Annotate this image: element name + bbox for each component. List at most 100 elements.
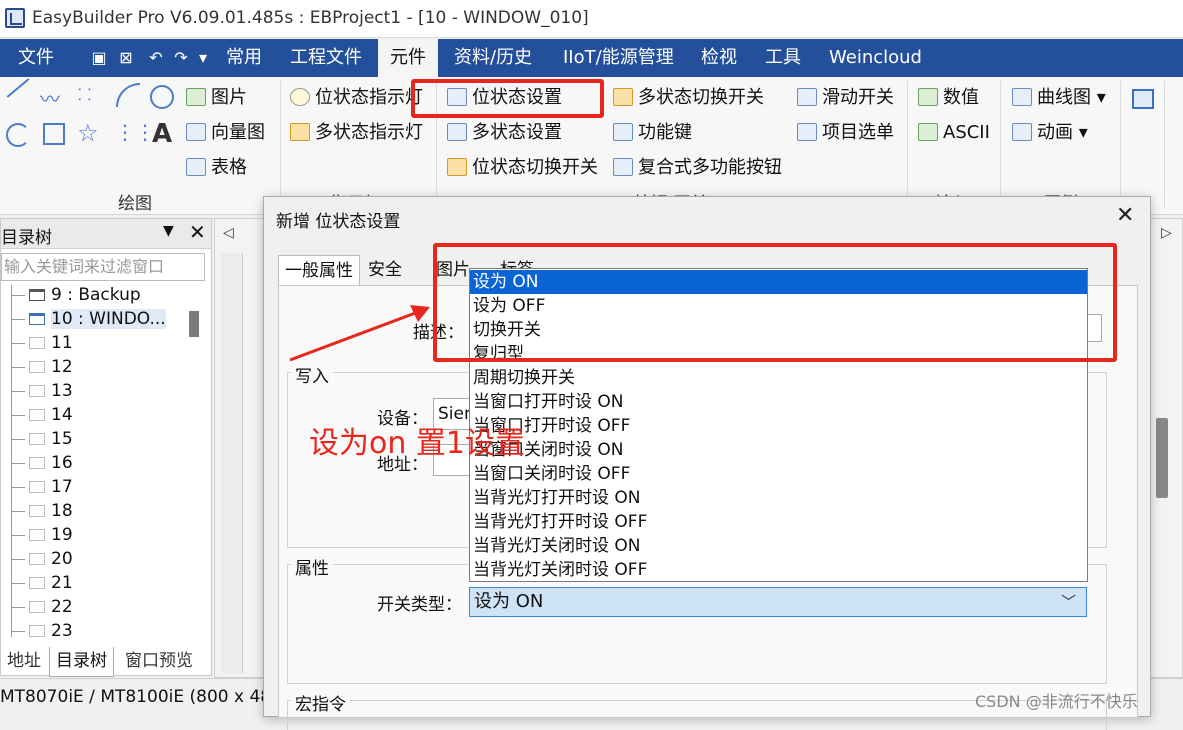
ribbon-item-list[interactable]: 项目选单 — [797, 120, 894, 146]
tree-branch — [11, 294, 25, 296]
editor-scrollbar-thumb[interactable] — [1156, 418, 1168, 498]
rectangle-tool-icon[interactable] — [43, 123, 65, 145]
tree-item[interactable]: 9 : Backup — [1, 283, 191, 307]
menu-weincloud[interactable]: Weincloud — [829, 39, 922, 77]
tree-item[interactable]: 10 : WINDO... — [1, 307, 191, 331]
tab-security[interactable]: 安全 — [362, 255, 408, 285]
tree-item[interactable]: 15 — [1, 427, 191, 451]
ribbon-animation[interactable]: 动画 ▾ — [1012, 120, 1088, 146]
scale-tool-icon[interactable]: ⋮⋮ — [115, 120, 155, 144]
tree-item[interactable]: 14 — [1, 403, 191, 427]
window-icon — [29, 505, 45, 517]
dropdown-option[interactable]: 当窗口打开时设 ON — [470, 390, 1087, 414]
window-icon — [29, 457, 45, 469]
tree-item[interactable]: 18 — [1, 499, 191, 523]
ribbon-ascii[interactable]: ASCII — [918, 120, 990, 146]
pie-tool-icon[interactable] — [6, 123, 30, 147]
tree-item[interactable]: 16 — [1, 451, 191, 475]
tree-item[interactable]: 22 — [1, 595, 191, 619]
window-title: EasyBuilder Pro V6.09.01.485s : EBProjec… — [32, 8, 589, 28]
dropdown-option[interactable]: 当背光灯打开时设 OFF — [470, 510, 1087, 534]
connector-tool-icon[interactable]: ⸬ — [78, 83, 91, 105]
star-tool-icon[interactable]: ☆ — [77, 119, 99, 147]
tree-item[interactable]: 19 — [1, 523, 191, 547]
vector-icon — [186, 123, 206, 141]
toggle-switch-icon — [447, 158, 467, 176]
ribbon-numeric[interactable]: 数值 — [918, 85, 979, 111]
panel-close-icon[interactable]: ✕ — [189, 220, 206, 244]
text-tool-icon[interactable]: A — [152, 119, 172, 149]
line-tool-icon[interactable] — [6, 78, 30, 98]
dropdown-option[interactable]: 当窗口打开时设 OFF — [470, 414, 1087, 438]
panel-header: 目录树 ▼ ✕ — [1, 219, 211, 249]
window-icon — [29, 337, 45, 349]
undo-icon[interactable]: ↶ — [147, 49, 165, 67]
menu-view[interactable]: 检视 — [701, 39, 737, 77]
window-icon — [29, 361, 45, 373]
window-icon — [29, 529, 45, 541]
switch-type-select[interactable]: 设为 ON ﹀ — [469, 587, 1087, 617]
redo-icon[interactable]: ↷ — [172, 49, 190, 67]
ribbon-toggle-switch[interactable]: 位状态切换开关 — [447, 155, 598, 181]
dropdown-option[interactable]: 当背光灯打开时设 ON — [470, 486, 1087, 510]
ribbon-multi-state-switch[interactable]: 多状态切换开关 — [613, 85, 764, 111]
ribbon-slide-switch[interactable]: 滑动开关 — [797, 85, 894, 111]
dropdown-option[interactable]: 周期切换开关 — [470, 366, 1087, 390]
scroll-right-icon[interactable]: ▷ — [1161, 225, 1172, 241]
menu-objects[interactable]: 元件 — [378, 39, 438, 77]
menu-file[interactable]: 文件 — [18, 39, 54, 77]
dropdown-option[interactable]: 当背光灯关闭时设 ON — [470, 534, 1087, 558]
tab-general[interactable]: 一般属性 — [278, 255, 360, 285]
tab-address[interactable]: 地址 — [1, 647, 47, 677]
traffic-light-icon — [290, 123, 310, 141]
tree-item[interactable]: 12 — [1, 355, 191, 379]
filter-input[interactable]: 输入关键词来过滤窗口 — [1, 253, 205, 281]
dialog-title: 新增 位状态设置 — [276, 212, 401, 232]
quick-access-chevron-icon[interactable]: ▾ — [194, 49, 212, 67]
tree-item[interactable]: 11 — [1, 331, 191, 355]
ribbon-table[interactable]: 表格 — [186, 155, 247, 181]
tree-branch — [11, 534, 25, 536]
tree-item[interactable]: 13 — [1, 379, 191, 403]
ribbon-word-lamp[interactable]: 多状态指示灯 — [290, 120, 423, 146]
panel-menu-chevron-icon[interactable]: ▼ — [163, 223, 174, 239]
dropdown-option[interactable]: 当窗口关闭时设 ON — [470, 438, 1087, 462]
layout-icon[interactable] — [1132, 89, 1154, 109]
combo-button-icon — [613, 158, 633, 176]
item-list-icon — [797, 123, 817, 141]
dropdown-option[interactable]: 当背光灯关闭时设 OFF — [470, 558, 1087, 582]
close-icon[interactable]: ✕ — [1116, 205, 1134, 227]
scroll-left-icon[interactable]: ◁ — [223, 225, 234, 241]
ribbon-picture[interactable]: 图片 — [186, 85, 247, 111]
ribbon-trend[interactable]: 曲线图 ▾ — [1012, 85, 1106, 111]
watermark: CSDN @非流行不快乐 — [975, 692, 1138, 711]
tree-item[interactable]: 17 — [1, 475, 191, 499]
menu-common[interactable]: 常用 — [226, 39, 262, 77]
close-project-icon[interactable]: ⊠ — [117, 49, 135, 67]
ribbon-vector[interactable]: 向量图 — [186, 120, 265, 146]
tree-item-label: 16 — [51, 453, 73, 473]
arc-tool-icon[interactable] — [116, 83, 140, 107]
tree-item[interactable]: 20 — [1, 547, 191, 571]
menu-tools[interactable]: 工具 — [765, 39, 801, 77]
tree-item[interactable]: 21 — [1, 571, 191, 595]
menu-data-history[interactable]: 资料/历史 — [454, 39, 532, 77]
tab-window-preview[interactable]: 窗口预览 — [119, 647, 199, 677]
polyline-tool-icon[interactable]: 〰 — [40, 83, 60, 112]
dropdown-option[interactable]: 当窗口关闭时设 OFF — [470, 462, 1087, 486]
tree-branch — [11, 486, 25, 488]
ribbon-bit-lamp[interactable]: 位状态指示灯 — [290, 85, 423, 111]
menu-iiot[interactable]: IIoT/能源管理 — [563, 39, 674, 77]
tree-item-label: 23 — [51, 621, 73, 641]
tab-directory-tree[interactable]: 目录树 — [49, 647, 114, 677]
tree-branch — [11, 558, 25, 560]
ribbon-set-word[interactable]: 多状态设置 — [447, 120, 562, 146]
circle-tool-icon[interactable] — [150, 85, 174, 109]
tree-item[interactable]: 23 — [1, 619, 191, 643]
menu-project[interactable]: 工程文件 — [290, 39, 362, 77]
group-separator — [1120, 81, 1121, 209]
tree-branch — [11, 414, 25, 416]
save-icon[interactable]: ▣ — [90, 49, 108, 67]
ribbon-function-key[interactable]: 功能键 — [613, 120, 692, 146]
ribbon-combo-button[interactable]: 复合式多功能按钮 — [613, 155, 782, 181]
